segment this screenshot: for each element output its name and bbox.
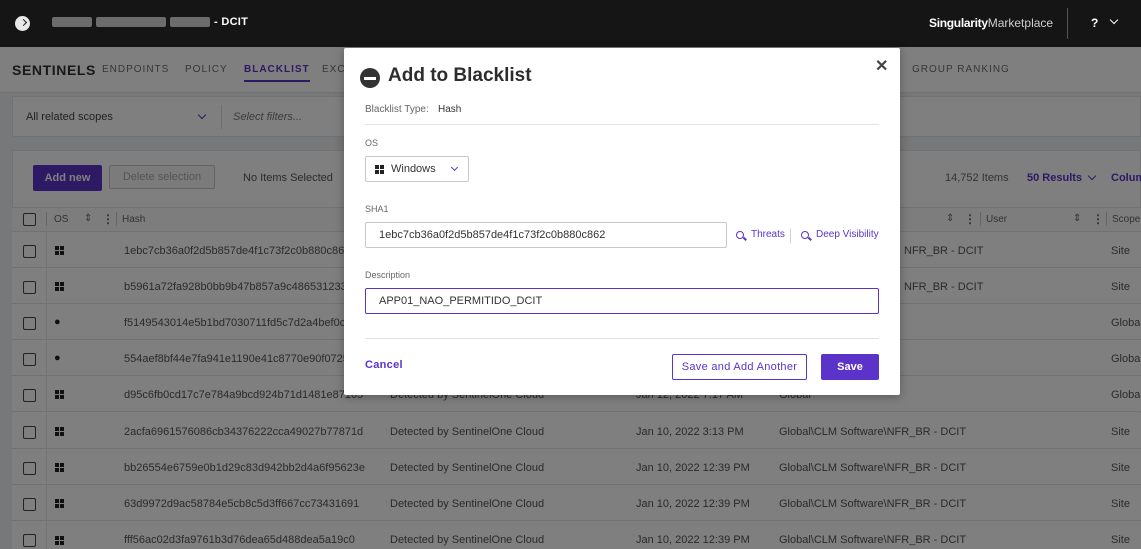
divider <box>365 124 879 125</box>
threats-link[interactable]: Threats <box>751 229 785 240</box>
sha1-input[interactable]: 1ebc7cb36a0f2d5b857de4f1c73f2c0b880c862 <box>365 222 727 248</box>
save-button[interactable]: Save <box>821 354 879 380</box>
cancel-button[interactable]: Cancel <box>365 359 403 371</box>
sha1-label: SHA1 <box>365 204 389 214</box>
back-arrow-icon[interactable] <box>15 16 30 31</box>
redacted-text <box>170 17 210 27</box>
brand-light: Marketplace <box>987 16 1054 30</box>
redacted-text <box>52 17 92 27</box>
search-icon[interactable] <box>801 231 809 239</box>
os-select[interactable]: Windows <box>365 156 469 182</box>
divider <box>790 229 791 243</box>
chevron-down-icon[interactable] <box>1109 15 1119 25</box>
redacted-text <box>96 17 166 27</box>
add-to-blacklist-dialog: Add to Blacklist ✕ Blacklist Type: Hash … <box>344 48 900 395</box>
divider <box>365 338 879 339</box>
os-select-value: Windows <box>391 163 436 175</box>
description-label: Description <box>365 270 411 280</box>
brand-bold: Singularity <box>929 16 988 30</box>
minus-circle-icon <box>360 68 380 88</box>
top-bar: - DCIT SingularityMarketplace ? <box>0 0 1141 47</box>
divider <box>1067 8 1068 39</box>
windows-icon <box>375 165 384 174</box>
blacklist-type-label: Blacklist Type: <box>365 104 429 115</box>
close-icon[interactable]: ✕ <box>875 56 888 76</box>
brand-logo[interactable]: SingularityMarketplace <box>929 16 1053 30</box>
help-button[interactable]: ? <box>1091 16 1098 30</box>
dialog-title: Add to Blacklist <box>388 65 532 86</box>
chevron-down-icon <box>450 163 459 172</box>
os-label: OS <box>365 138 379 148</box>
blacklist-type-value: Hash <box>438 104 462 115</box>
search-icon[interactable] <box>736 231 744 239</box>
save-and-add-another-button[interactable]: Save and Add Another <box>672 354 807 380</box>
site-title: - DCIT <box>214 16 249 28</box>
description-input[interactable]: APP01_NAO_PERMITIDO_DCIT <box>365 288 879 314</box>
deep-visibility-link[interactable]: Deep Visibility <box>816 229 879 240</box>
